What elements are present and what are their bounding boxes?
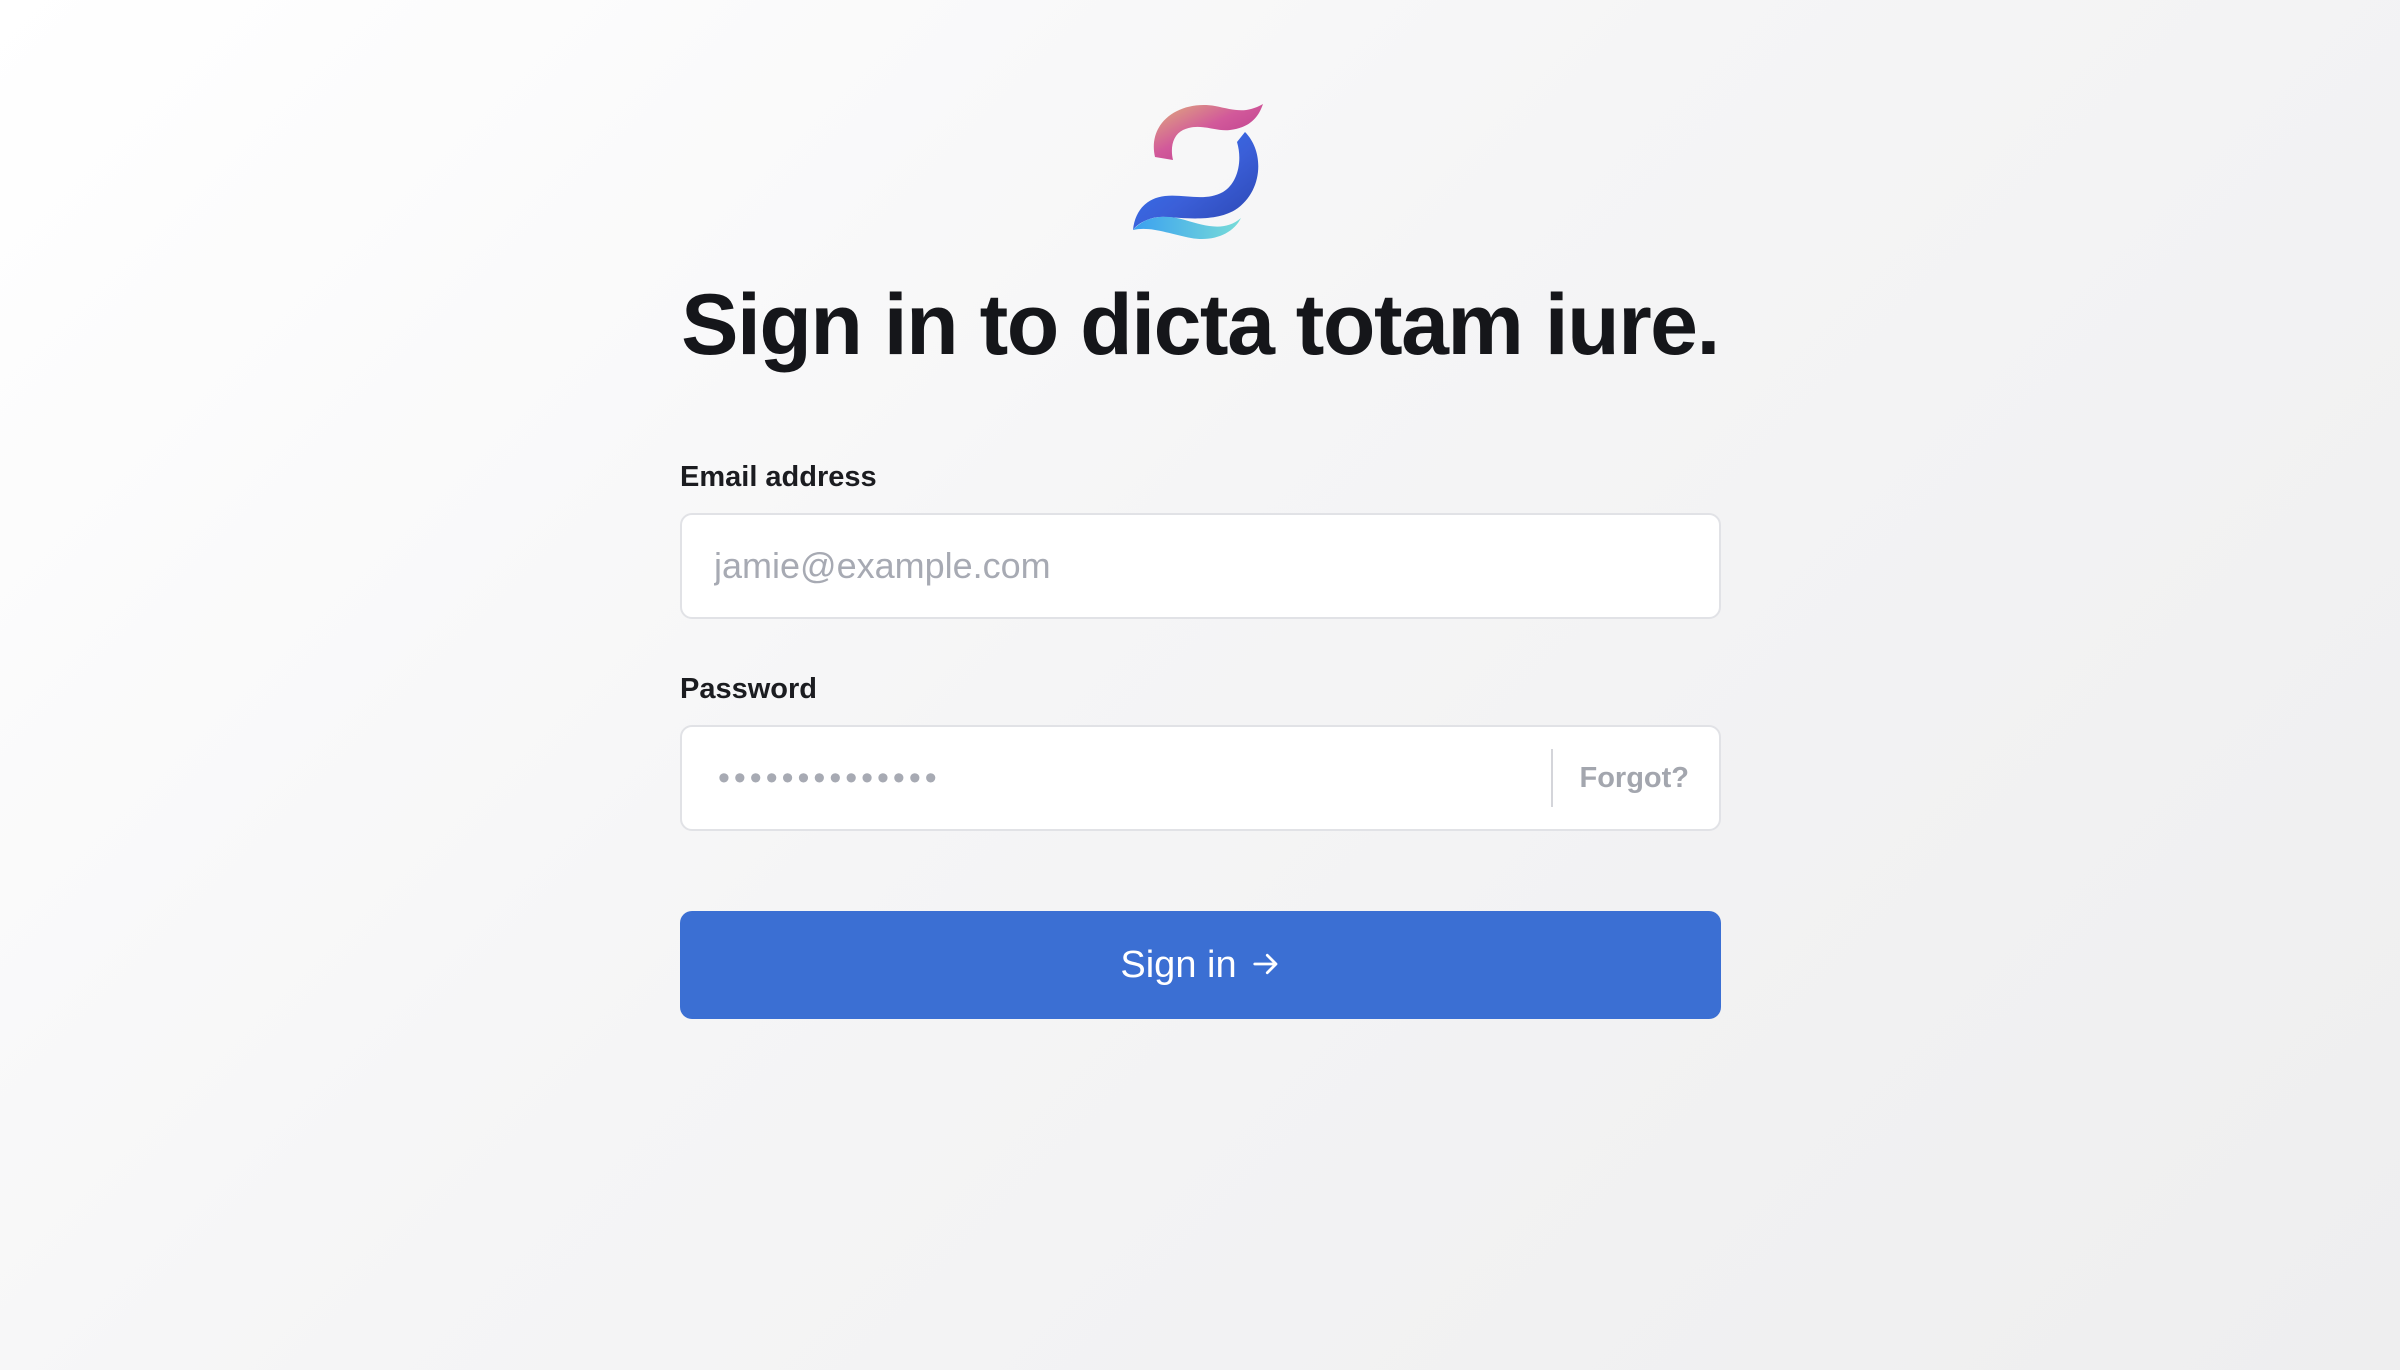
email-group: Email address (680, 455, 1721, 619)
password-label: Password (680, 673, 817, 705)
email-label: Email address (680, 461, 877, 493)
password-group: Password •••••••••••••• Forgot? (680, 667, 1721, 831)
email-field[interactable] (682, 515, 1719, 617)
page-title: Sign in to dicta totam iure. (681, 277, 1720, 373)
sign-in-button-label: Sign in (1120, 944, 1237, 986)
brand-logo-icon (1133, 104, 1263, 240)
password-masked-value: •••••••••••••• (718, 759, 941, 797)
sign-in-page: Sign in to dicta totam iure. Email addre… (0, 0, 2400, 1370)
sign-in-button[interactable]: Sign in (680, 911, 1721, 1019)
forgot-password-link[interactable]: Forgot? (1579, 727, 1689, 829)
email-field-container (680, 513, 1721, 619)
password-field[interactable]: •••••••••••••• Forgot? (680, 725, 1721, 831)
password-divider (1551, 749, 1553, 807)
arrow-right-icon (1252, 953, 1277, 975)
sign-in-form: Email address Password •••••••••••••• Fo… (680, 455, 1721, 1019)
